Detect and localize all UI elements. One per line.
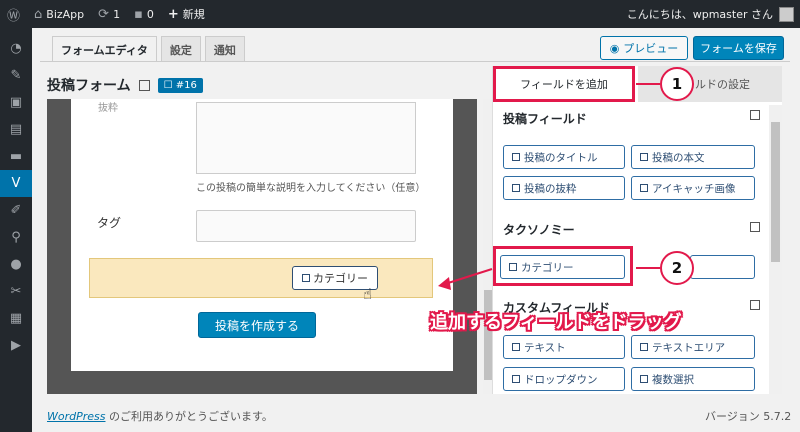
wordpress-link[interactable]: WordPress (47, 410, 106, 423)
drag-arrow-line (444, 268, 493, 285)
drag-arrowhead (438, 277, 451, 290)
footer-thanks-text: のご利用ありがとうございます。 (105, 410, 273, 423)
step2-badge: 2 (660, 251, 694, 285)
version-text: バージョン 5.7.2 (705, 410, 792, 423)
footer-thanks: WordPress のご利用ありがとうございます。 (47, 408, 273, 424)
drag-instruction: 追加するフィールドをドラッグ (430, 312, 682, 333)
annotation-arrows (438, 83, 660, 290)
step1-badge: 1 (660, 67, 694, 101)
